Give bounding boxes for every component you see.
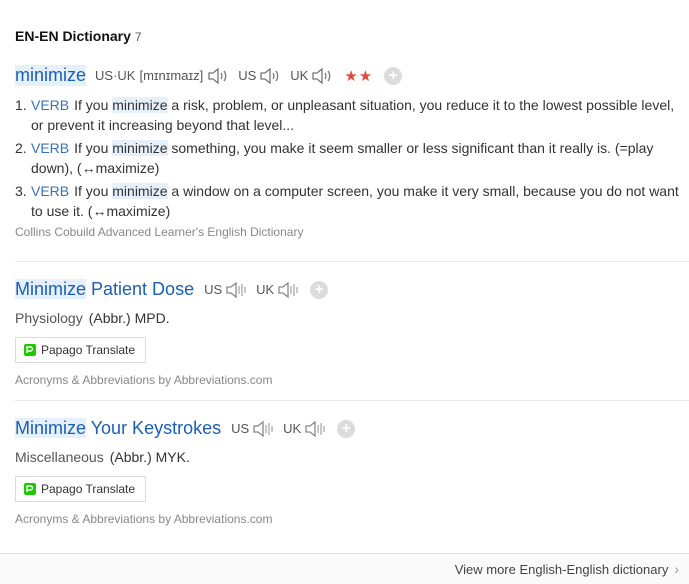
plus-icon[interactable]: +: [337, 419, 356, 438]
dictionary-source[interactable]: Acronyms & Abbreviations by Abbreviation…: [15, 512, 689, 526]
headword-rest: Your Keystrokes: [86, 418, 222, 438]
view-more-label: View more English-English dictionary: [454, 561, 669, 577]
headword-line: Minimize Your Keystrokes US UK +: [15, 418, 689, 439]
us-label: US: [204, 282, 223, 297]
papago-translate-button[interactable]: Papago Translate: [15, 337, 147, 363]
section-title-text: EN-EN Dictionary: [15, 28, 131, 44]
definition-body: VERB If you minimize a risk, problem, or …: [31, 95, 681, 135]
part-of-speech: VERB: [31, 140, 70, 156]
subject-label: Physiology: [15, 310, 83, 326]
definition-body: VERB If you minimize something, you make …: [31, 138, 681, 178]
frequency-stars: ★★: [344, 67, 374, 85]
speaker-muted-icon[interactable]: [303, 419, 327, 439]
us-label: US: [231, 421, 250, 436]
speaker-muted-icon[interactable]: [276, 280, 300, 300]
abbreviation: (Abbr.) MPD.: [88, 310, 170, 326]
divider: [15, 261, 689, 262]
highlighted-word: minimize: [112, 183, 168, 199]
speaker-us-icon[interactable]: [258, 66, 282, 86]
headword-highlight: Minimize: [15, 279, 87, 299]
headword-rest: Patient Dose: [86, 279, 195, 299]
speaker-muted-icon[interactable]: [251, 419, 275, 439]
part-of-speech: VERB: [31, 97, 70, 113]
papago-icon: [24, 483, 36, 495]
speaker-icon[interactable]: [206, 66, 230, 86]
dictionary-source[interactable]: Acronyms & Abbreviations by Abbreviation…: [15, 373, 689, 387]
footer-bar: View more English-English dictionary ›: [0, 553, 689, 584]
definition-text-pre: If you: [74, 140, 113, 156]
us-label: US: [238, 68, 257, 83]
uk-label: UK: [256, 282, 275, 297]
plus-icon[interactable]: +: [384, 66, 403, 85]
divider: [15, 400, 689, 401]
headword-line: minimize US·UK [mɪnɪmaɪz] US UK ★★ +: [15, 65, 689, 86]
plus-icon[interactable]: +: [310, 280, 329, 299]
headword-line: Minimize Patient Dose US UK +: [15, 279, 689, 300]
definition-item: 3. VERB If you minimize a window on a com…: [15, 181, 689, 221]
entry-minimize-your-keystrokes: Minimize Your Keystrokes US UK + Miscell…: [15, 418, 689, 526]
highlighted-word: minimize: [112, 140, 168, 156]
chevron-right-icon: ›: [674, 561, 679, 577]
section-title: EN-EN Dictionary 7: [15, 28, 142, 44]
ipa: [mɪnɪmaɪz]: [139, 68, 204, 83]
headword[interactable]: Minimize Patient Dose: [15, 279, 194, 300]
definition-number: 1.: [15, 97, 27, 113]
dictionary-source[interactable]: Collins Cobuild Advanced Learner's Engli…: [15, 225, 689, 239]
papago-label: Papago Translate: [41, 482, 136, 496]
subject-label: Miscellaneous: [15, 449, 104, 465]
definition-item: 1. VERB If you minimize a risk, problem, …: [15, 95, 689, 135]
entry-minimize: minimize US·UK [mɪnɪmaɪz] US UK ★★ + 1. …: [15, 65, 689, 239]
definition-item: 2. VERB If you minimize something, you ma…: [15, 138, 689, 178]
headword[interactable]: Minimize Your Keystrokes: [15, 418, 221, 439]
result-count: 7: [134, 30, 142, 44]
headword-highlight: Minimize: [15, 418, 87, 438]
headword[interactable]: minimize: [15, 65, 87, 86]
subject-line: Physiology (Abbr.) MPD.: [15, 310, 689, 326]
uk-label: UK: [283, 421, 302, 436]
speaker-muted-icon[interactable]: [224, 280, 248, 300]
view-more-link[interactable]: View more English-English dictionary ›: [455, 561, 679, 577]
definition-body: VERB If you minimize a window on a comput…: [31, 181, 681, 221]
papago-icon: [24, 344, 36, 356]
abbreviation: (Abbr.) MYK.: [109, 449, 190, 465]
definition-text-pre: If you: [74, 97, 113, 113]
definition-text-pre: If you: [74, 183, 113, 199]
speaker-uk-icon[interactable]: [310, 66, 334, 86]
entry-minimize-patient-dose: Minimize Patient Dose US UK + Physiology…: [15, 279, 689, 387]
subject-line: Miscellaneous (Abbr.) MYK.: [15, 449, 689, 465]
part-of-speech: VERB: [31, 183, 70, 199]
papago-label: Papago Translate: [41, 343, 136, 357]
papago-translate-button[interactable]: Papago Translate: [15, 476, 147, 502]
definition-list: 1. VERB If you minimize a risk, problem, …: [15, 95, 689, 221]
highlighted-word: minimize: [112, 97, 168, 113]
definition-number: 3.: [15, 183, 27, 199]
pron-label: US·UK: [95, 68, 136, 83]
definition-number: 2.: [15, 140, 27, 156]
uk-label: UK: [290, 68, 309, 83]
